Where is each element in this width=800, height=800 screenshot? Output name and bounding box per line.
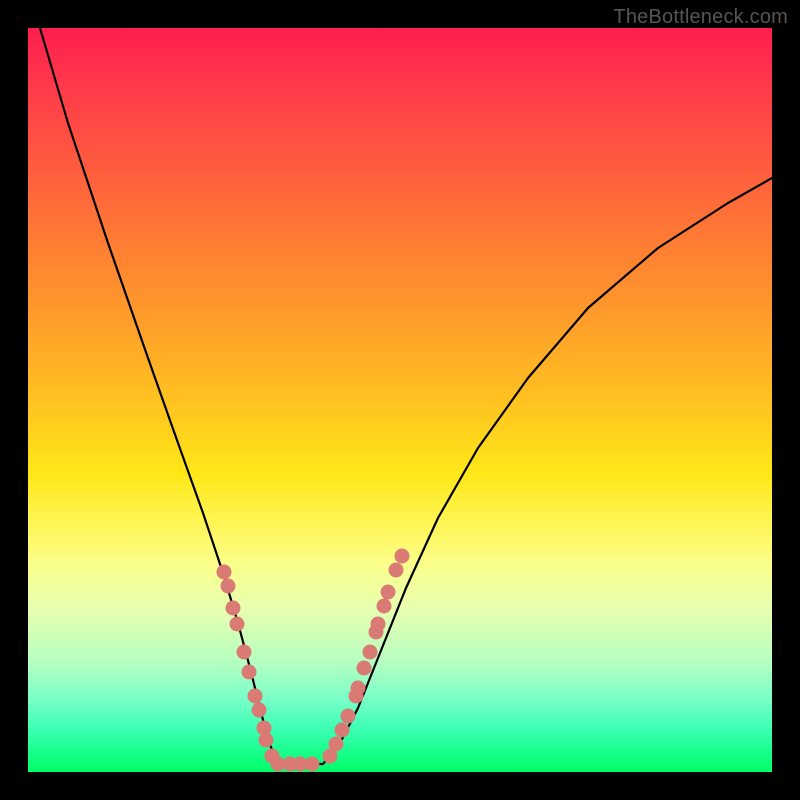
curve-marker xyxy=(329,737,344,752)
curve-marker xyxy=(341,709,356,724)
curve-marker xyxy=(217,565,232,580)
curve-marker xyxy=(259,733,274,748)
curve-marker xyxy=(221,579,236,594)
curve-marker xyxy=(252,703,267,718)
curve-marker xyxy=(242,665,257,680)
curve-marker xyxy=(230,617,245,632)
curve-marker xyxy=(377,599,392,614)
curve-marker xyxy=(381,585,396,600)
curve-marker xyxy=(237,645,252,660)
curve-marker xyxy=(351,681,366,696)
curve-marker xyxy=(335,723,350,738)
chart-plot-area xyxy=(28,28,772,772)
curve-line xyxy=(40,28,772,764)
curve-marker xyxy=(226,601,241,616)
watermark-text: TheBottleneck.com xyxy=(613,6,788,29)
curve-marker xyxy=(363,645,378,660)
curve-markers xyxy=(217,549,410,772)
chart-svg xyxy=(28,28,772,772)
curve-marker xyxy=(248,689,263,704)
chart-frame: TheBottleneck.com xyxy=(0,0,800,800)
curve-marker xyxy=(305,757,320,772)
curve-marker xyxy=(357,661,372,676)
curve-marker xyxy=(371,617,386,632)
curve-marker xyxy=(389,563,404,578)
curve-marker xyxy=(395,549,410,564)
